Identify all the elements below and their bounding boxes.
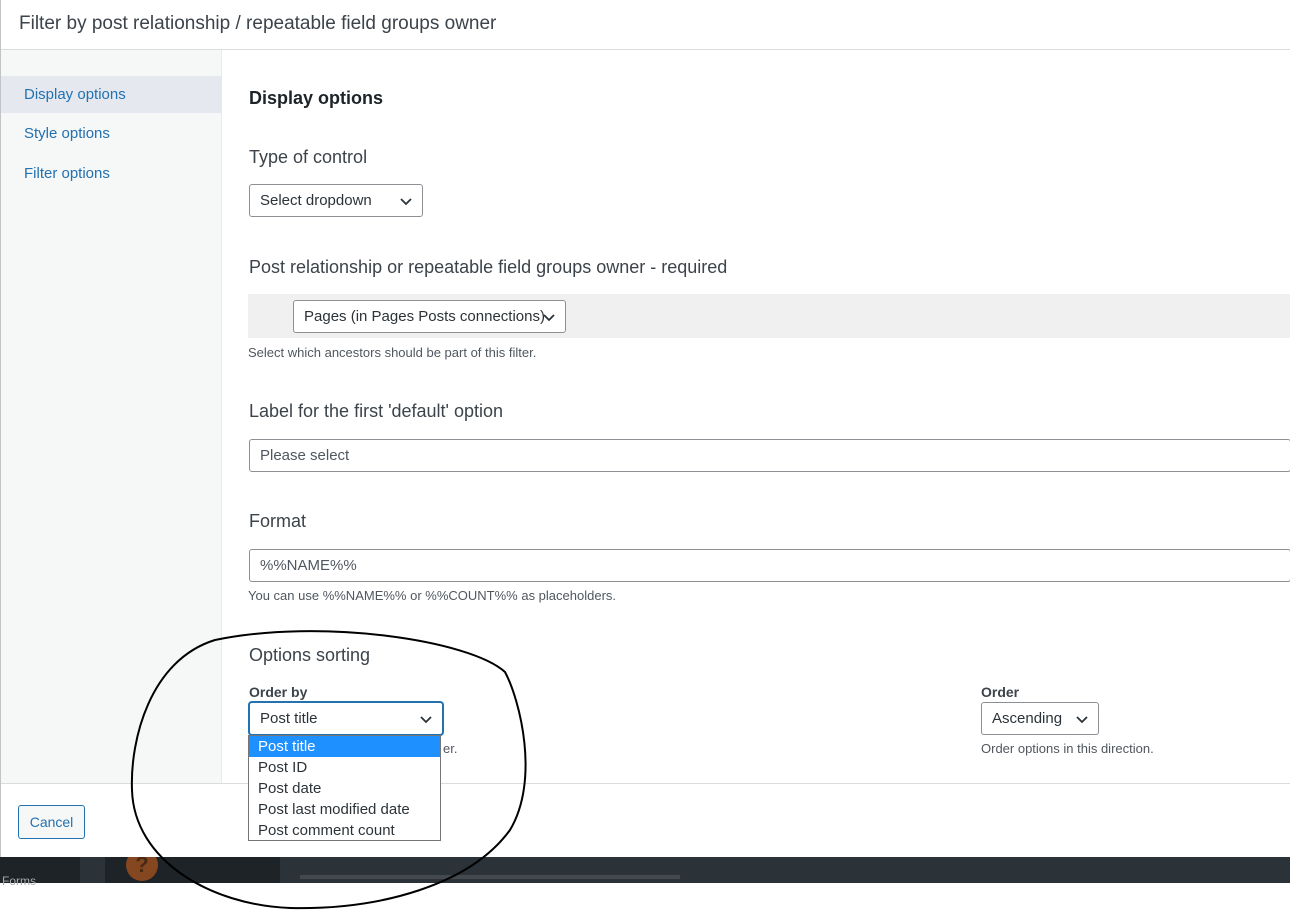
- relationship-select[interactable]: Pages (in Pages Posts connections): [293, 300, 566, 333]
- background-menu-label: Forms: [2, 874, 36, 888]
- relationship-label: Post relationship or repeatable field gr…: [249, 257, 728, 277]
- sidebar-item-filter-options[interactable]: Filter options: [1, 155, 222, 192]
- type-of-control-label: Type of control: [249, 147, 368, 167]
- section-title: Display options: [249, 88, 384, 108]
- options-sorting-label: Options sorting: [249, 645, 371, 665]
- chevron-down-icon: [543, 314, 555, 322]
- order-label: Order: [981, 684, 1020, 700]
- modal-sidebar: Display options Style options Filter opt…: [1, 50, 222, 783]
- order-select[interactable]: Ascending: [981, 702, 1099, 735]
- dropdown-option-post-title[interactable]: Post title: [249, 736, 440, 757]
- order-by-value: Post title: [260, 710, 318, 727]
- format-help: You can use %%NAME%% or %%COUNT%% as pla…: [248, 588, 617, 603]
- default-option-input[interactable]: Please select: [249, 439, 1290, 472]
- sidebar-item-style-options[interactable]: Style options: [1, 115, 222, 152]
- order-by-help: er.: [443, 741, 458, 756]
- dropdown-option-post-id[interactable]: Post ID: [249, 757, 440, 778]
- modal-content: Display options Type of control Select d…: [222, 50, 1290, 783]
- chevron-down-icon: [1076, 716, 1088, 724]
- format-label: Format: [249, 511, 307, 531]
- chevron-down-icon: [420, 716, 432, 724]
- chevron-down-icon: [400, 198, 412, 206]
- modal-header: Filter by post relationship / repeatable…: [1, 0, 1290, 50]
- dropdown-option-post-comment-count[interactable]: Post comment count: [249, 820, 440, 841]
- order-by-select[interactable]: Post title: [249, 702, 443, 735]
- sidebar-item-display-options[interactable]: Display options: [1, 76, 222, 113]
- background-admin-strip: Forms ?: [0, 849, 1290, 888]
- default-option-label: Label for the first 'default' option: [249, 401, 504, 421]
- screen: Forms ? Filter by post relationship / re…: [0, 0, 1290, 910]
- cancel-button[interactable]: Cancel: [18, 805, 85, 839]
- relationship-help: Select which ancestors should be part of…: [248, 345, 537, 360]
- type-of-control-value: Select dropdown: [260, 192, 372, 209]
- modal-footer: Cancel: [1, 783, 1290, 857]
- order-by-label: Order by: [249, 684, 308, 700]
- order-value: Ascending: [992, 710, 1063, 727]
- relationship-value: Pages (in Pages Posts connections): [304, 308, 545, 325]
- dropdown-option-post-date[interactable]: Post date: [249, 778, 440, 799]
- filter-modal: Filter by post relationship / repeatable…: [0, 0, 1290, 857]
- type-of-control-select[interactable]: Select dropdown: [249, 184, 423, 217]
- order-by-dropdown-list: Post title Post ID Post date Post last m…: [248, 735, 441, 841]
- dropdown-option-post-last-modified-date[interactable]: Post last modified date: [249, 799, 440, 820]
- background-text-blur: [300, 875, 680, 879]
- order-help: Order options in this direction.: [981, 741, 1154, 756]
- modal-title: Filter by post relationship / repeatable…: [19, 13, 497, 34]
- format-input[interactable]: %%NAME%%: [249, 549, 1290, 582]
